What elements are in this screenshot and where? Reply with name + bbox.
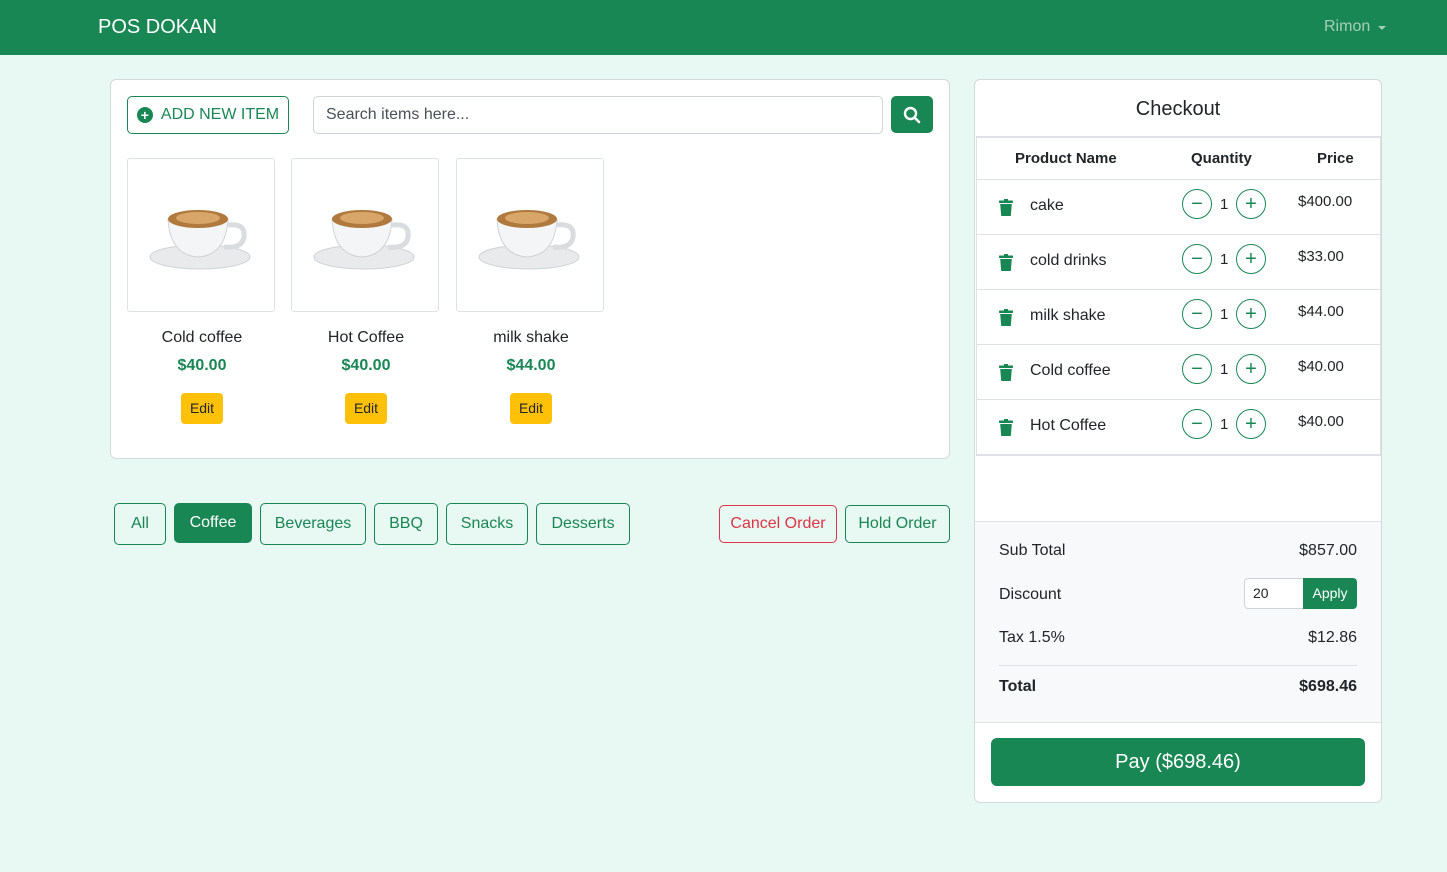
total-label: Total <box>999 678 1037 695</box>
cart-item-quantity: 1 <box>1220 306 1229 323</box>
increase-quantity-button[interactable]: + <box>1236 354 1266 384</box>
search-button[interactable] <box>891 96 933 133</box>
order-summary: Sub Total $857.00 Discount 20 Apply Tax … <box>975 521 1381 723</box>
category-beverages-button[interactable]: Beverages <box>260 503 366 545</box>
cart-item-quantity: 1 <box>1220 196 1229 213</box>
checkout-table: Product Name Quantity Price cake − 1 + $… <box>976 136 1381 456</box>
user-menu[interactable]: Rimon <box>1324 18 1387 36</box>
category-coffee-button[interactable]: Coffee <box>174 503 252 543</box>
cart-item-quantity: 1 <box>1220 361 1229 378</box>
cart-item-price: $44.00 <box>1298 303 1344 320</box>
apply-discount-button[interactable]: Apply <box>1303 578 1357 609</box>
search-icon <box>903 106 921 123</box>
product-name: Hot Coffee <box>327 329 405 346</box>
product-price: $40.00 <box>341 357 391 374</box>
discount-input[interactable]: 20 <box>1244 578 1304 609</box>
coffee-cup-icon <box>149 210 251 270</box>
trash-icon[interactable] <box>999 364 1013 381</box>
cart-row: cold drinks − 1 + $33.00 <box>977 235 1380 290</box>
caret-down-icon <box>1378 26 1387 30</box>
increase-quantity-button[interactable]: + <box>1236 409 1266 439</box>
decrease-quantity-button[interactable]: − <box>1182 299 1212 329</box>
user-name: Rimon <box>1324 18 1371 35</box>
increase-quantity-button[interactable]: + <box>1236 189 1266 219</box>
trash-icon[interactable] <box>999 199 1013 216</box>
category-desserts-button[interactable]: Desserts <box>536 503 630 545</box>
column-header-price: Price <box>1317 150 1354 167</box>
coffee-cup-icon <box>313 210 415 270</box>
cart-item-name: Hot Coffee <box>1030 417 1107 434</box>
category-all-button[interactable]: All <box>114 503 166 545</box>
product-image[interactable] <box>291 158 439 312</box>
column-header-quantity: Quantity <box>1191 150 1252 167</box>
product-card[interactable]: milk shake $44.00 Edit <box>456 158 606 424</box>
subtotal-value: $857.00 <box>1299 542 1357 559</box>
product-card[interactable]: Cold coffee $40.00 Edit <box>127 158 277 424</box>
add-new-item-button[interactable]: + ADD NEW ITEM <box>127 96 289 134</box>
cart-item-name: Cold coffee <box>1030 362 1111 379</box>
plus-circle-icon: + <box>136 107 153 123</box>
product-image[interactable] <box>127 158 275 312</box>
cart-item-price: $40.00 <box>1298 358 1344 375</box>
product-image[interactable] <box>456 158 604 312</box>
cart-item-quantity: 1 <box>1220 251 1229 268</box>
subtotal-label: Sub Total <box>999 542 1066 559</box>
cart-item-price: $400.00 <box>1298 193 1353 210</box>
edit-product-button[interactable]: Edit <box>510 393 552 424</box>
edit-product-button[interactable]: Edit <box>181 393 223 424</box>
category-bbq-button[interactable]: BBQ <box>374 503 438 545</box>
checkout-panel: Checkout Product Name Quantity Price cak… <box>974 79 1382 803</box>
cancel-order-button[interactable]: Cancel Order <box>719 505 837 543</box>
edit-product-button[interactable]: Edit <box>345 393 387 424</box>
coffee-cup-icon <box>478 210 580 270</box>
cart-row: cake − 1 + $400.00 <box>977 180 1380 235</box>
total-value: $698.46 <box>1299 678 1357 695</box>
decrease-quantity-button[interactable]: − <box>1182 409 1212 439</box>
tax-label: Tax 1.5% <box>999 629 1065 646</box>
tax-value: $12.86 <box>1308 629 1357 646</box>
add-new-item-label: ADD NEW ITEM <box>160 106 280 123</box>
decrease-quantity-button[interactable]: − <box>1182 189 1212 219</box>
cart-row: Hot Coffee − 1 + $40.00 <box>977 400 1380 455</box>
pay-button[interactable]: Pay ($698.46) <box>991 738 1365 786</box>
hold-order-button[interactable]: Hold Order <box>845 505 950 543</box>
brand-logo[interactable]: POS DOKAN <box>98 16 217 39</box>
cart-row: milk shake − 1 + $44.00 <box>977 290 1380 345</box>
cart-item-price: $40.00 <box>1298 413 1344 430</box>
decrease-quantity-button[interactable]: − <box>1182 244 1212 274</box>
cart-item-quantity: 1 <box>1220 416 1229 433</box>
trash-icon[interactable] <box>999 254 1013 271</box>
decrease-quantity-button[interactable]: − <box>1182 354 1212 384</box>
cart-row: Cold coffee − 1 + $40.00 <box>977 345 1380 400</box>
product-name: milk shake <box>493 329 569 346</box>
increase-quantity-button[interactable]: + <box>1236 244 1266 274</box>
cart-item-name: cake <box>1030 197 1064 214</box>
search-input[interactable] <box>313 96 883 134</box>
checkout-table-header: Product Name Quantity Price <box>977 138 1380 180</box>
product-price: $40.00 <box>177 357 227 374</box>
cart-item-price: $33.00 <box>1298 248 1344 265</box>
product-name: Cold coffee <box>161 329 243 346</box>
discount-label: Discount <box>999 586 1062 603</box>
cart-item-name: cold drinks <box>1030 252 1107 269</box>
cart-item-name: milk shake <box>1030 307 1106 324</box>
product-price: $44.00 <box>506 357 556 374</box>
summary-divider <box>999 665 1357 666</box>
checkout-title: Checkout <box>1135 98 1221 120</box>
navbar: POS DOKAN Rimon <box>0 0 1447 55</box>
trash-icon[interactable] <box>999 309 1013 326</box>
product-card[interactable]: Hot Coffee $40.00 Edit <box>291 158 441 424</box>
products-panel: + ADD NEW ITEM Cold coffee $40.00 Edit <box>110 79 950 459</box>
category-snacks-button[interactable]: Snacks <box>446 503 528 545</box>
increase-quantity-button[interactable]: + <box>1236 299 1266 329</box>
column-header-product: Product Name <box>1015 150 1117 167</box>
trash-icon[interactable] <box>999 419 1013 436</box>
